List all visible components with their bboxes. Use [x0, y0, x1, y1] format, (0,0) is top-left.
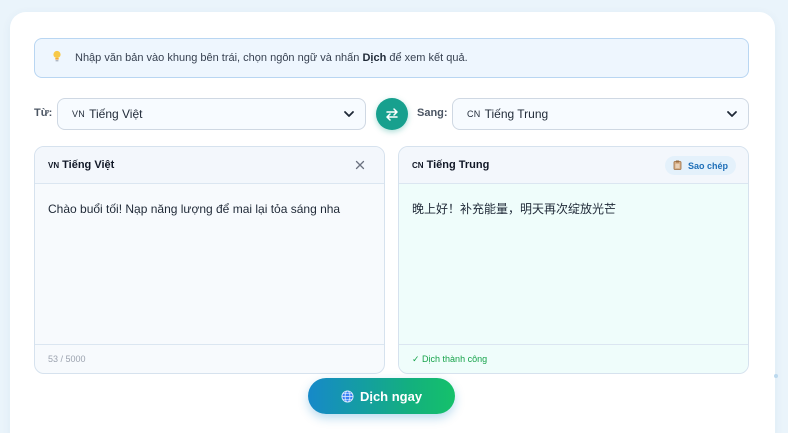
- source-panel-flag-code: VN: [48, 160, 60, 170]
- target-panel-header: CN Tiếng Trung Sao chép: [399, 147, 748, 184]
- source-text-input[interactable]: Chào buổi tối! Nạp năng lượng để mai lại…: [35, 184, 384, 344]
- clipboard-icon: [673, 160, 682, 172]
- chevron-down-icon: [344, 111, 354, 117]
- translate-button-label: Dịch ngay: [359, 388, 423, 404]
- target-flag-code: CN: [467, 109, 481, 119]
- copy-button[interactable]: Sao chép: [664, 156, 736, 175]
- source-language-value: Tiếng Việt: [89, 107, 143, 121]
- translation-output-text: 晚上好！补充能量，明天再次绽放光芒: [399, 184, 748, 344]
- source-language-label: Từ:: [34, 107, 53, 119]
- language-selector-row: Từ: VN Tiếng Việt Sang: CN Tiếng Trung: [10, 98, 775, 130]
- instruction-text: Nhập văn bản vào khung bên trái, chọn ng…: [75, 52, 468, 64]
- close-icon[interactable]: [354, 159, 366, 171]
- swap-languages-button[interactable]: [376, 98, 408, 130]
- character-counter: 53 / 5000: [35, 344, 384, 373]
- translator-card: Nhập văn bản vào khung bên trái, chọn ng…: [10, 12, 775, 433]
- source-flag-code: VN: [72, 109, 86, 119]
- translation-status: ✓ Dịch thành công: [399, 344, 748, 373]
- copy-button-label: Sao chép: [687, 160, 728, 171]
- decorative-dot: [774, 374, 778, 378]
- source-language-select[interactable]: VN Tiếng Việt: [57, 98, 366, 130]
- translate-button[interactable]: Dịch ngay: [308, 378, 455, 414]
- target-panel-flag-code: CN: [412, 160, 424, 170]
- chevron-down-icon: [727, 111, 737, 117]
- swap-icon: [386, 108, 398, 121]
- target-panel-title: Tiếng Trung: [426, 159, 490, 171]
- instruction-banner: Nhập văn bản vào khung bên trái, chọn ng…: [34, 38, 749, 78]
- source-text-panel: VN Tiếng Việt Chào buổi tối! Nạp năng lư…: [34, 146, 385, 374]
- target-language-select[interactable]: CN Tiếng Trung: [452, 98, 749, 130]
- target-language-label: Sang:: [417, 107, 448, 119]
- target-language-value: Tiếng Trung: [484, 107, 549, 121]
- source-panel-header: VN Tiếng Việt: [35, 147, 384, 184]
- source-panel-title: Tiếng Việt: [62, 159, 115, 171]
- lightbulb-icon: [51, 50, 63, 66]
- globe-icon: [341, 389, 354, 403]
- translation-output-panel: CN Tiếng Trung Sao chép 晚上好！补充能量，明天再次绽放光…: [398, 146, 749, 374]
